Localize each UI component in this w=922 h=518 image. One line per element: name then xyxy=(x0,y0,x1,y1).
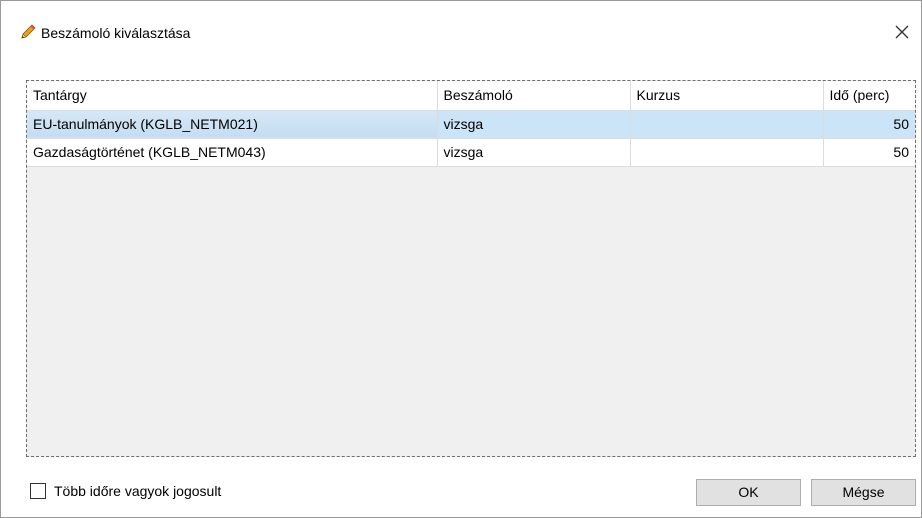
assessment-grid[interactable]: Tantárgy Beszámoló Kurzus Idő (perc) EU-… xyxy=(26,80,916,457)
cell-assessment[interactable]: vizsga xyxy=(437,138,631,167)
cell-time[interactable]: 50 xyxy=(823,138,915,167)
cell-assessment[interactable]: vizsga xyxy=(437,110,631,139)
dialog-window: Beszámoló kiválasztása Tantárgy Beszámol… xyxy=(0,0,922,518)
table-header-row: Tantárgy Beszámoló Kurzus Idő (perc) xyxy=(27,81,915,111)
ok-button[interactable]: OK xyxy=(696,479,801,506)
cancel-button[interactable]: Mégse xyxy=(811,479,916,506)
close-icon[interactable] xyxy=(889,19,915,45)
column-header-time[interactable]: Idő (perc) xyxy=(823,81,915,111)
title-bar[interactable]: Beszámoló kiválasztása xyxy=(1,1,921,63)
assessment-table: Tantárgy Beszámoló Kurzus Idő (perc) EU-… xyxy=(27,81,915,167)
cell-course[interactable] xyxy=(630,138,824,167)
column-header-assessment[interactable]: Beszámoló xyxy=(437,81,631,111)
cell-subject[interactable]: Gazdaságtörténet (KGLB_NETM043) xyxy=(27,138,438,167)
dialog-title: Beszámoló kiválasztása xyxy=(41,25,191,41)
cell-subject[interactable]: EU-tanulmányok (KGLB_NETM021) xyxy=(27,110,438,139)
column-header-course[interactable]: Kurzus xyxy=(630,81,824,111)
table-row[interactable]: EU-tanulmányok (KGLB_NETM021) vizsga 50 xyxy=(27,110,915,139)
cell-time[interactable]: 50 xyxy=(823,110,915,139)
table-row[interactable]: Gazdaságtörténet (KGLB_NETM043) vizsga 5… xyxy=(27,138,915,167)
cell-course[interactable] xyxy=(630,110,824,139)
checkbox-box[interactable] xyxy=(30,483,46,499)
column-header-subject[interactable]: Tantárgy xyxy=(27,81,438,111)
checkbox-label: Több időre vagyok jogosult xyxy=(54,483,222,499)
extra-time-checkbox[interactable]: Több időre vagyok jogosult xyxy=(30,483,221,499)
pencil-icon xyxy=(19,23,37,41)
